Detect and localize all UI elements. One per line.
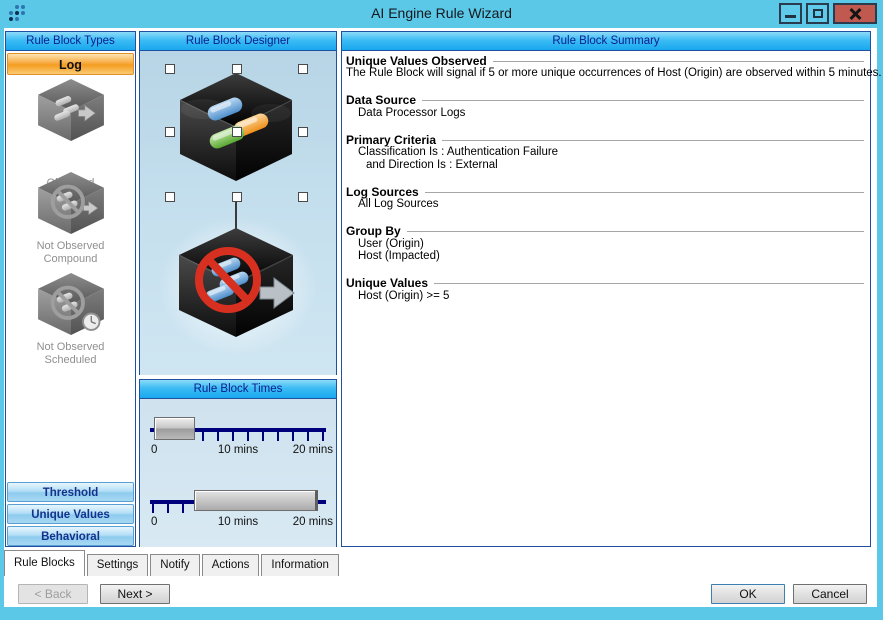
back-button[interactable]: < Back <box>18 584 88 604</box>
maximize-icon <box>813 9 823 18</box>
section-title: Primary Criteria <box>346 133 436 147</box>
not-observed-compound-cube-icon <box>33 170 109 236</box>
observed-cube-icon <box>33 77 109 143</box>
rule-block-times-panel: Rule Block Times 0 10 mins 20 mins 0 10 … <box>139 379 337 547</box>
section-text: User (Origin) <box>346 238 864 251</box>
section-title: Unique Values Observed <box>346 54 487 68</box>
tab-information[interactable]: Information <box>261 554 339 576</box>
log-type-button[interactable]: Log <box>7 53 134 75</box>
tick-label: 20 mins <box>293 516 333 528</box>
ok-button[interactable]: OK <box>711 584 785 604</box>
selection-handle[interactable] <box>165 64 175 74</box>
time-slider-ticks <box>202 428 326 441</box>
rule-block-summary-panel: Rule Block Summary Unique Values Observe… <box>341 31 871 547</box>
selection-handle[interactable] <box>298 192 308 202</box>
maximize-button[interactable] <box>806 3 829 24</box>
tick-label: 20 mins <box>293 444 333 456</box>
type-item-not-observed-scheduled[interactable]: Not Observed Scheduled <box>6 271 135 337</box>
rule-block-times-header: Rule Block Times <box>140 380 336 399</box>
tab-actions[interactable]: Actions <box>202 554 260 576</box>
type-label: Not Observed <box>6 341 135 354</box>
section-text: Data Processor Logs <box>346 107 864 120</box>
type-label: Scheduled <box>6 354 135 367</box>
designer-canvas[interactable] <box>140 51 336 375</box>
time-range-ticks <box>152 500 196 513</box>
close-icon <box>849 8 861 20</box>
type-item-not-observed-compound[interactable]: Not Observed Compound <box>6 170 135 236</box>
type-label: Compound <box>6 253 135 266</box>
tick-label: 10 mins <box>210 516 266 528</box>
close-button[interactable] <box>833 3 877 24</box>
section-title: Log Sources <box>346 185 419 199</box>
selection-handle[interactable] <box>232 64 242 74</box>
selection-handle[interactable] <box>165 192 175 202</box>
window-title: AI Engine Rule Wizard <box>0 5 883 21</box>
next-button[interactable]: Next > <box>100 584 170 604</box>
tick-label: 10 mins <box>210 444 266 456</box>
section-text: Host (Impacted) <box>346 250 864 263</box>
summary-section: Log Sources All Log Sources <box>346 185 864 211</box>
wizard-tabbar: Rule Blocks Settings Notify Actions Info… <box>4 549 341 576</box>
not-observed-scheduled-cube-icon <box>33 271 109 337</box>
type-item-observed[interactable]: Observed <box>6 77 135 143</box>
summary-section: Data Source Data Processor Logs <box>346 94 864 120</box>
summary-section: Primary Criteria Classification Is : Aut… <box>346 133 864 171</box>
time-range-handle[interactable] <box>194 490 318 511</box>
section-text: The Rule Block will signal if 5 or more … <box>346 67 864 80</box>
minimize-icon <box>785 15 796 18</box>
section-title: Group By <box>346 224 401 238</box>
cancel-button[interactable]: Cancel <box>793 584 867 604</box>
summary-section: Unique Values Host (Origin) >= 5 <box>346 277 864 303</box>
not-observed-cube[interactable] <box>170 223 306 343</box>
rule-block-types-header: Rule Block Types <box>6 32 135 51</box>
section-text: Classification Is : Authentication Failu… <box>346 146 864 159</box>
rule-block-summary-header: Rule Block Summary <box>342 32 870 51</box>
behavioral-button[interactable]: Behavioral <box>7 526 134 546</box>
rule-block-designer-panel: Rule Block Designer <box>139 31 337 375</box>
titlebar: AI Engine Rule Wizard <box>0 0 883 28</box>
selection-handle[interactable] <box>298 127 308 137</box>
selection-handle[interactable] <box>232 192 242 202</box>
unique-values-button[interactable]: Unique Values <box>7 504 134 524</box>
tab-rule-blocks[interactable]: Rule Blocks <box>4 550 85 576</box>
section-text: All Log Sources <box>346 198 864 211</box>
time-slider-handle[interactable] <box>154 417 195 440</box>
clock-icon <box>83 314 99 330</box>
type-label: Not Observed <box>6 240 135 253</box>
selection-handle[interactable] <box>232 127 242 137</box>
selection-handle[interactable] <box>165 127 175 137</box>
summary-section: Group By User (Origin) Host (Impacted) <box>346 225 864 263</box>
dialog-client-area: Rule Block Types Log Observed <box>4 28 877 607</box>
section-text: Host (Origin) >= 5 <box>346 290 864 303</box>
summary-section: Unique Values Observed The Rule Block wi… <box>346 54 864 80</box>
section-title: Unique Values <box>346 276 428 290</box>
tick-label: 0 <box>151 444 157 456</box>
minimize-button[interactable] <box>779 3 802 24</box>
tick-label: 0 <box>151 516 157 528</box>
rule-block-types-panel: Rule Block Types Log Observed <box>5 31 136 547</box>
threshold-button[interactable]: Threshold <box>7 482 134 502</box>
rule-block-designer-header: Rule Block Designer <box>140 32 336 51</box>
tab-notify[interactable]: Notify <box>150 554 199 576</box>
section-text: and Direction Is : External <box>346 159 864 172</box>
selection-handle[interactable] <box>298 64 308 74</box>
section-title: Data Source <box>346 93 416 107</box>
tab-settings[interactable]: Settings <box>87 554 149 576</box>
